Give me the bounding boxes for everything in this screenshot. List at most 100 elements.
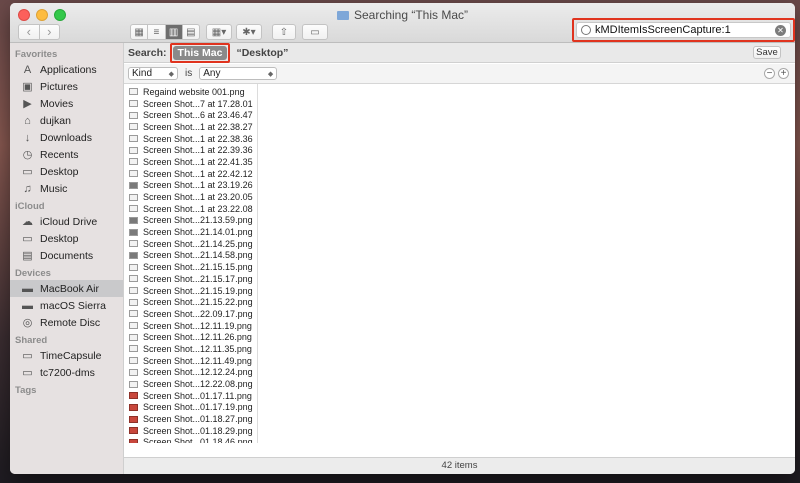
sidebar-item[interactable]: ▣ Pictures	[10, 78, 123, 95]
sidebar-item[interactable]: ☁ iCloud Drive	[10, 213, 123, 230]
back-button[interactable]: ‹	[19, 25, 40, 39]
sidebar-item[interactable]: A Applications	[10, 61, 123, 78]
file-list-item[interactable]: Screen Shot...21.14.25.png	[124, 238, 257, 250]
search-input[interactable]: kMDItemIsScreenCapture:1	[595, 24, 775, 36]
sidebar-item[interactable]: ⌂ dujkan	[10, 112, 123, 129]
file-list-item[interactable]: Screen Shot...01.18.46.png	[124, 437, 257, 443]
action-button[interactable]: ✱▾	[236, 24, 262, 40]
file-thumbnail-icon	[129, 135, 138, 143]
forward-button[interactable]: ›	[40, 25, 60, 39]
tag-button[interactable]: ▭	[302, 24, 328, 40]
attribute-popup[interactable]: Kind ◆	[128, 67, 178, 80]
icloud-icon: ☁	[22, 216, 33, 228]
file-list-item[interactable]: Screen Shot...12.22.08.png	[124, 378, 257, 390]
sidebar-item[interactable]: ▬ macOS Sierra	[10, 297, 123, 314]
file-thumbnail-icon	[129, 333, 138, 341]
file-list-item[interactable]: Screen Shot...21.15.22.png	[124, 296, 257, 308]
popup-arrows-icon: ◆	[267, 70, 274, 78]
file-name: Screen Shot...21.15.17.png	[143, 273, 253, 284]
file-list-item[interactable]: Screen Shot...12.11.19.png	[124, 320, 257, 332]
sidebar-item[interactable]: ▬ MacBook Air	[10, 280, 123, 297]
file-thumbnail-icon	[129, 438, 138, 443]
file-thumbnail-icon	[129, 322, 138, 330]
sidebar-item[interactable]: ♫ Music	[10, 180, 123, 197]
sidebar-item[interactable]: ▭ Desktop	[10, 230, 123, 247]
sidebar-item-label: Pictures	[40, 80, 78, 93]
home-icon: ⌂	[24, 114, 31, 127]
sidebar-item-label: TimeCapsule	[40, 349, 102, 362]
sidebar-section-header: Tags	[15, 385, 37, 396]
file-list-item[interactable]: Screen Shot...21.15.17.png	[124, 273, 257, 285]
sidebar-item[interactable]: ◎ Remote Disc	[10, 314, 123, 331]
sidebar-item[interactable]: ▶ Movies	[10, 95, 123, 112]
share-button[interactable]: ⇧	[272, 24, 296, 40]
file-list-item[interactable]: Screen Shot...22.09.17.png	[124, 308, 257, 320]
file-name: Screen Shot...6 at 23.46.47	[143, 110, 253, 121]
scope-this-mac-button[interactable]: This Mac	[172, 45, 228, 60]
file-list-item[interactable]: Screen Shot...1 at 22.39.36	[124, 144, 257, 156]
file-thumbnail-icon	[129, 392, 138, 400]
view-mode-group: ▦ ≡ ▥ ▤	[130, 24, 200, 40]
sidebar-item[interactable]: ▤ Documents	[10, 247, 123, 264]
downloads-icon: ↓	[24, 131, 31, 144]
file-list-item[interactable]: Screen Shot...21.14.01.png	[124, 226, 257, 238]
file-list-item[interactable]: Screen Shot...21.15.15.png	[124, 261, 257, 273]
file-list-item[interactable]: Regaind website 001.png	[124, 86, 257, 98]
add-criterion-button[interactable]: +	[778, 68, 789, 79]
file-list-item[interactable]: Screen Shot...1 at 22.42.12	[124, 168, 257, 180]
file-name: Screen Shot...21.14.01.png	[143, 227, 253, 238]
file-thumbnail-icon	[129, 251, 138, 259]
file-list-item[interactable]: Screen Shot...12.12.24.png	[124, 367, 257, 379]
file-thumbnail-icon	[129, 287, 138, 295]
sidebar-item[interactable]: ↓ Downloads	[10, 129, 123, 146]
file-list-item[interactable]: Screen Shot...21.13.59.png	[124, 215, 257, 227]
column-view-button[interactable]: ▥	[165, 25, 183, 39]
file-list-item[interactable]: Screen Shot...01.17.19.png	[124, 402, 257, 414]
file-thumbnail-icon	[129, 146, 138, 154]
sidebar-item[interactable]: ◷ Recents	[10, 146, 123, 163]
file-list-item[interactable]: Screen Shot...6 at 23.46.47	[124, 109, 257, 121]
search-scope-label: Search:	[128, 46, 167, 59]
sidebar-item-label: Applications	[40, 63, 97, 76]
list-view-button[interactable]: ≡	[148, 25, 166, 39]
file-list-item[interactable]: Screen Shot...21.14.58.png	[124, 250, 257, 262]
sidebar-item[interactable]: ▭ tc7200-dms	[10, 364, 123, 381]
remove-criterion-button[interactable]: −	[764, 68, 775, 79]
file-list-item[interactable]: Screen Shot...01.18.27.png	[124, 413, 257, 425]
sidebar-item[interactable]: ▭ TimeCapsule	[10, 347, 123, 364]
search-field[interactable]: kMDItemIsScreenCapture:1 ✕	[576, 22, 791, 38]
file-thumbnail-icon	[129, 415, 138, 423]
file-list-item[interactable]: Screen Shot...1 at 23.19.26	[124, 180, 257, 192]
sidebar-item[interactable]: ▭ Desktop	[10, 163, 123, 180]
cover-flow-view-button[interactable]: ▤	[183, 25, 199, 39]
file-list-item[interactable]: Screen Shot...1 at 23.22.08	[124, 203, 257, 215]
sidebar-section-header: Favorites	[15, 49, 58, 60]
file-name: Screen Shot...12.22.08.png	[143, 379, 253, 390]
file-list-item[interactable]: Screen Shot...12.11.35.png	[124, 343, 257, 355]
file-name: Screen Shot...1 at 23.22.08	[143, 203, 253, 214]
sidebar-item-label: tc7200-dms	[40, 366, 95, 379]
file-list-item[interactable]: Screen Shot...1 at 22.38.27	[124, 121, 257, 133]
kind-value-popup[interactable]: Any ◆	[199, 67, 278, 80]
status-bar: 42 items	[124, 457, 795, 474]
scope-desktop-button[interactable]: “Desktop”	[236, 47, 288, 59]
file-list-item[interactable]: Screen Shot...7 at 17.28.01	[124, 98, 257, 110]
file-list-item[interactable]: Screen Shot...01.18.29.png	[124, 425, 257, 437]
file-list-item[interactable]: Screen Shot...01.17.11.png	[124, 390, 257, 402]
file-list-item[interactable]: Screen Shot...21.15.19.png	[124, 285, 257, 297]
arrange-button[interactable]: ▦▾	[206, 24, 232, 40]
file-name: Regaind website 001.png	[143, 86, 245, 97]
file-list-item[interactable]: Screen Shot...1 at 23.20.05	[124, 191, 257, 203]
file-list-item[interactable]: Screen Shot...1 at 22.38.36	[124, 133, 257, 145]
sidebar-item-label: Recents	[40, 148, 79, 161]
file-list-item[interactable]: Screen Shot...1 at 22.41.35	[124, 156, 257, 168]
file-list-item[interactable]: Screen Shot...12.11.49.png	[124, 355, 257, 367]
file-name: Screen Shot...12.11.49.png	[143, 355, 252, 366]
toolbar: Searching “This Mac” ‹ › ▦ ≡ ▥ ▤ ▦▾ ✱▾ ⇧…	[10, 3, 795, 43]
file-thumbnail-icon	[129, 158, 138, 166]
icon-view-button[interactable]: ▦	[131, 25, 149, 39]
file-list-item[interactable]: Screen Shot...12.11.26.png	[124, 331, 257, 343]
clear-search-icon[interactable]: ✕	[775, 24, 786, 36]
save-search-button[interactable]: Save	[753, 46, 781, 59]
file-name: Screen Shot...7 at 17.28.01	[143, 98, 253, 109]
